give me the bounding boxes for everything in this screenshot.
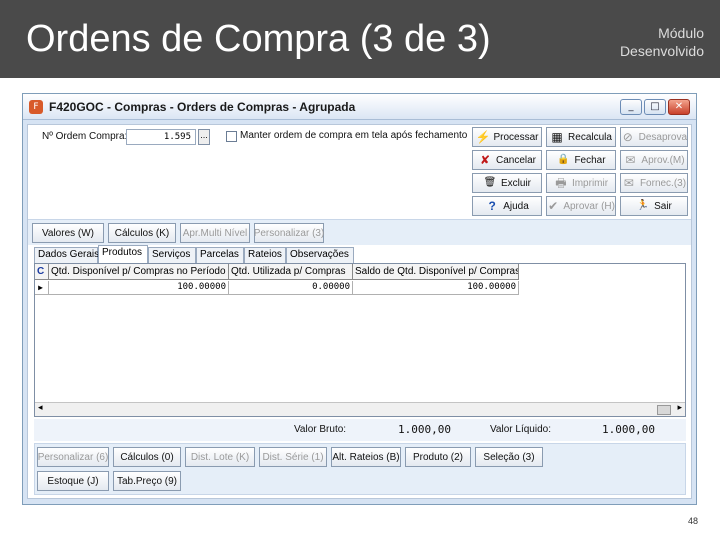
top-button-strip: Valores (W) Cálculos (K) Apr.Multi Nível… [28,219,691,245]
totals-bar: Valor Bruto: 1.000,00 Valor Líquido: 1.0… [34,419,686,441]
mail-icon: ✉ [623,176,634,190]
aprov-m-button[interactable]: ✉ Aprov.(M) [620,150,688,170]
grid-header-used[interactable]: Qtd. Utilizada p/ Compras [229,264,353,280]
fornec-label: Fornec.(3) [639,177,687,189]
ajuda-label: Ajuda [503,200,529,212]
tab-produtos[interactable]: Produtos [98,245,148,264]
personalizar-top-button[interactable]: Personalizar (3) [254,223,324,243]
tab-rateios[interactable]: Rateios [244,247,286,263]
window-client-area: Nº Ordem Compra: 1.595 ... Manter ordem … [27,124,692,499]
sair-button[interactable]: 🏃 Sair [620,196,688,216]
table-row-cell-available[interactable]: 100.00000 [49,281,229,295]
row-selector-icon[interactable]: ▶ [35,281,49,295]
exit-icon: 🏃 [636,200,650,211]
aprov-m-label: Aprov.(M) [641,154,685,166]
fornec-button[interactable]: ✉ Fornec.(3) [620,173,688,193]
products-grid: C Qtd. Disponível p/ Compras no Período … [34,263,686,417]
grid-corner: C [35,264,49,280]
close-button[interactable]: ✕ [668,99,690,115]
keep-order-label: Manter ordem de compra em tela após fech… [240,130,468,141]
grid-header-available[interactable]: Qtd. Disponível p/ Compras no Período [49,264,229,280]
window-titlebar[interactable]: F F420GOC - Compras - Orders de Compras … [23,94,696,120]
scroll-right-icon[interactable]: ▸ [677,403,682,413]
cancelar-label: Cancelar [495,154,537,166]
imprimir-label: Imprimir [571,177,609,189]
mail-icon: ✉ [625,153,636,167]
red-x-icon: ✘ [479,153,491,167]
net-value-label: Valor Líquido: [490,424,551,435]
excluir-button[interactable]: 🗑 Excluir [472,173,542,193]
tab-observacoes[interactable]: Observações [286,247,354,263]
lock-icon: 🔒 [557,154,570,165]
help-icon: ? [488,199,496,213]
recalcula-label: Recalcula [568,131,612,143]
personalizar-bottom-button[interactable]: Personalizar (6) [37,447,109,467]
processar-button[interactable]: ⚡ Processar [472,127,542,147]
aprovar-label: Aprovar (H) [563,200,615,212]
table-row-cell-balance[interactable]: 100.00000 [353,281,519,295]
ajuda-button[interactable]: ? Ajuda [472,196,542,216]
app-window: F F420GOC - Compras - Orders de Compras … [22,93,697,505]
order-number-label: Nº Ordem Compra: [42,131,128,142]
estoque-button[interactable]: Estoque (J) [37,471,109,491]
fechar-button[interactable]: 🔒 Fechar [546,150,616,170]
calculator-icon: ▦ [551,130,563,144]
produto-button[interactable]: Produto (2) [405,447,471,467]
recalcula-button[interactable]: ▦ Recalcula [546,127,616,147]
imprimir-button[interactable]: 🖶 Imprimir [546,173,616,193]
tab-preco-button[interactable]: Tab.Preço (9) [113,471,181,491]
table-row-cell-used[interactable]: 0.00000 [229,281,353,295]
gross-value: 1.000,00 [398,423,451,436]
module-label: Módulo Desenvolvido [620,24,704,60]
calculos-bottom-button[interactable]: Cálculos (0) [113,447,181,467]
apr-multi-nivel-button[interactable]: Apr.Multi Nível [180,223,250,243]
gross-value-label: Valor Bruto: [294,424,347,435]
fechar-label: Fechar [574,154,606,166]
bottom-button-strip: Personalizar (6) Cálculos (0) Dist. Lote… [34,443,686,495]
window-controls: _ □ ✕ [620,99,690,115]
page-number: 48 [687,516,698,526]
trash-icon: 🗑 [483,177,497,188]
aprovar-button[interactable]: ✔ Aprovar (H) [546,196,616,216]
processar-label: Processar [493,131,539,143]
valores-button[interactable]: Valores (W) [32,223,104,243]
excluir-label: Excluir [500,177,531,189]
horizontal-scrollbar[interactable]: ◂ ▸ [35,402,685,416]
app-icon: F [29,100,43,114]
dist-lote-button[interactable]: Dist. Lote (K) [185,447,255,467]
grid-header-balance[interactable]: Saldo de Qtd. Disponível p/ Compras [353,264,519,280]
lightning-icon: ⚡ [475,130,491,144]
keep-order-checkbox[interactable] [226,131,237,142]
desaprova-label: Desaprova [638,131,687,143]
window-title: F420GOC - Compras - Orders de Compras - … [49,100,356,114]
net-value: 1.000,00 [602,423,655,436]
slide-header: Ordens de Compra (3 de 3) Módulo Desenvo… [0,0,720,78]
module-line-2: Desenvolvido [619,43,704,59]
tab-servicos[interactable]: Serviços [148,247,196,263]
alt-rateios-button[interactable]: Alt. Rateios (B) [331,447,401,467]
module-line-1: Módulo [658,25,704,41]
minimize-button[interactable]: _ [620,99,642,115]
checkmark-icon: ✔ [548,199,559,213]
slide-title: Ordens de Compra (3 de 3) [26,18,491,60]
tab-dados-gerais[interactable]: Dados Gerais [34,247,99,263]
sair-label: Sair [654,200,672,212]
tab-parcelas[interactable]: Parcelas [196,247,244,263]
scroll-thumb[interactable] [657,405,671,415]
printer-icon: 🖶 [555,176,567,190]
selecao-button[interactable]: Seleção (3) [475,447,543,467]
scroll-left-icon[interactable]: ◂ [38,403,43,413]
order-number-input[interactable]: 1.595 [126,129,196,145]
desaprova-button[interactable]: ⊘ Desaprova [620,127,688,147]
maximize-button[interactable]: □ [644,99,666,115]
order-lookup-button[interactable]: ... [198,129,210,145]
cancelar-button[interactable]: ✘ Cancelar [472,150,542,170]
dist-serie-button[interactable]: Dist. Série (1) [259,447,327,467]
calculos-button[interactable]: Cálculos (K) [108,223,176,243]
forbidden-icon: ⊘ [622,130,633,144]
